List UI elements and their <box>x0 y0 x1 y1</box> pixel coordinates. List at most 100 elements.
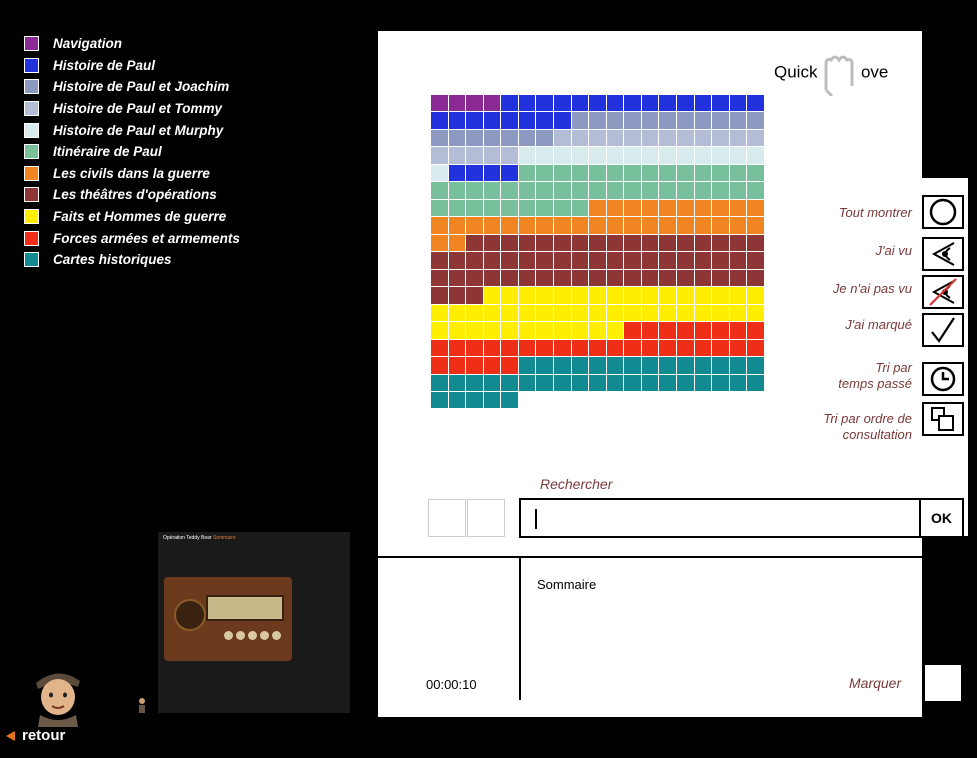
content-tile[interactable] <box>536 112 554 130</box>
content-tile[interactable] <box>518 182 537 200</box>
content-tile[interactable] <box>606 339 625 358</box>
content-tile[interactable] <box>553 234 572 253</box>
content-tile[interactable] <box>483 391 502 410</box>
content-tile[interactable] <box>501 164 519 183</box>
content-tile[interactable] <box>676 339 695 358</box>
content-tile[interactable] <box>571 269 590 288</box>
content-tile[interactable] <box>712 269 730 288</box>
content-tile[interactable] <box>571 234 590 253</box>
content-tile[interactable] <box>501 269 519 288</box>
content-tile[interactable] <box>466 374 484 392</box>
content-tile[interactable] <box>501 217 519 235</box>
content-tile[interactable] <box>466 95 484 113</box>
content-tile[interactable] <box>466 217 484 235</box>
content-tile[interactable] <box>712 129 730 148</box>
content-tile[interactable] <box>712 357 730 375</box>
content-tile[interactable] <box>641 339 660 358</box>
content-tile[interactable] <box>729 95 748 113</box>
content-tile[interactable] <box>606 95 625 113</box>
sort-by-time-button[interactable] <box>922 362 964 396</box>
content-tile[interactable] <box>694 322 713 340</box>
search-ok-button[interactable]: OK <box>921 498 964 538</box>
content-tile[interactable] <box>624 182 642 200</box>
content-tile[interactable] <box>641 234 660 253</box>
content-tile[interactable] <box>606 234 625 253</box>
content-tile[interactable] <box>571 287 590 305</box>
content-tile[interactable] <box>448 112 467 130</box>
content-tile[interactable] <box>536 322 554 340</box>
content-tile[interactable] <box>659 95 677 113</box>
content-tile[interactable] <box>606 217 625 235</box>
back-button[interactable]: retour <box>6 727 65 744</box>
content-tile[interactable] <box>712 287 730 305</box>
content-tile[interactable] <box>483 269 502 288</box>
content-tile[interactable] <box>729 339 748 358</box>
sommaire-preview-thumbnail[interactable]: Opération Teddy Bear Sommaire <box>158 532 350 713</box>
content-tile[interactable] <box>694 182 713 200</box>
content-tile[interactable] <box>571 322 590 340</box>
content-tile[interactable] <box>712 234 730 253</box>
content-tile[interactable] <box>676 374 695 392</box>
content-tile[interactable] <box>606 287 625 305</box>
content-tile[interactable] <box>536 164 554 183</box>
content-tile[interactable] <box>624 147 642 165</box>
content-tile[interactable] <box>641 357 660 375</box>
content-tile[interactable] <box>694 374 713 392</box>
content-tile[interactable] <box>553 182 572 200</box>
content-tile[interactable] <box>729 112 748 130</box>
content-tile[interactable] <box>483 164 502 183</box>
content-tile[interactable] <box>659 374 677 392</box>
content-tile[interactable] <box>431 391 449 410</box>
content-tile[interactable] <box>606 322 625 340</box>
content-tile[interactable] <box>712 112 730 130</box>
content-tile[interactable] <box>553 287 572 305</box>
content-tile[interactable] <box>448 252 467 270</box>
content-tile[interactable] <box>483 112 502 130</box>
content-tile[interactable] <box>747 182 765 200</box>
content-tile[interactable] <box>466 357 484 375</box>
content-tile[interactable] <box>624 95 642 113</box>
content-tile[interactable] <box>571 357 590 375</box>
content-tile[interactable] <box>747 374 765 392</box>
content-tile[interactable] <box>712 95 730 113</box>
content-tile[interactable] <box>448 95 467 113</box>
content-tile[interactable] <box>694 234 713 253</box>
content-tile[interactable] <box>694 147 713 165</box>
content-tile[interactable] <box>659 164 677 183</box>
content-tile[interactable] <box>518 199 537 218</box>
content-tile[interactable] <box>624 199 642 218</box>
content-tile[interactable] <box>676 322 695 340</box>
content-tile[interactable] <box>641 129 660 148</box>
content-tile[interactable] <box>729 287 748 305</box>
content-tile[interactable] <box>571 339 590 358</box>
content-tile[interactable] <box>431 95 449 113</box>
content-tile[interactable] <box>747 112 765 130</box>
content-tile[interactable] <box>501 287 519 305</box>
content-tile[interactable] <box>747 339 765 358</box>
content-tile[interactable] <box>659 234 677 253</box>
content-tile[interactable] <box>536 304 554 323</box>
content-tile[interactable] <box>624 112 642 130</box>
content-tile[interactable] <box>431 287 449 305</box>
content-tile[interactable] <box>448 287 467 305</box>
content-tile[interactable] <box>483 217 502 235</box>
content-tile[interactable] <box>553 217 572 235</box>
content-tile[interactable] <box>501 322 519 340</box>
content-tile[interactable] <box>518 287 537 305</box>
content-tile[interactable] <box>553 374 572 392</box>
not-seen-button[interactable] <box>922 275 964 309</box>
content-tile[interactable] <box>624 164 642 183</box>
content-tile[interactable] <box>747 129 765 148</box>
content-tile[interactable] <box>466 287 484 305</box>
content-tile[interactable] <box>536 287 554 305</box>
content-tile[interactable] <box>518 164 537 183</box>
content-tile[interactable] <box>431 304 449 323</box>
content-tile[interactable] <box>624 269 642 288</box>
content-tile[interactable] <box>448 304 467 323</box>
content-tile[interactable] <box>571 199 590 218</box>
content-tile[interactable] <box>624 129 642 148</box>
content-tile[interactable] <box>518 339 537 358</box>
content-tile[interactable] <box>571 164 590 183</box>
content-tile[interactable] <box>641 95 660 113</box>
content-tile[interactable] <box>553 164 572 183</box>
